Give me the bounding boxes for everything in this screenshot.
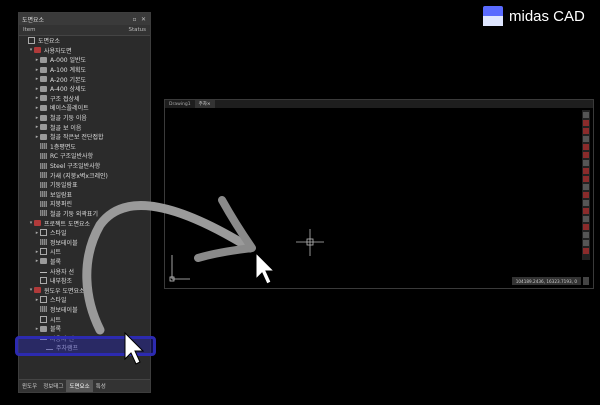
crosshair-icon — [296, 229, 324, 256]
overlay-graphics — [82, 196, 324, 365]
mouse-cursor-icon — [124, 331, 145, 365]
drag-arrow-path — [82, 201, 255, 335]
ucs-icon — [169, 255, 190, 282]
mouse-cursor-icon — [255, 251, 276, 285]
